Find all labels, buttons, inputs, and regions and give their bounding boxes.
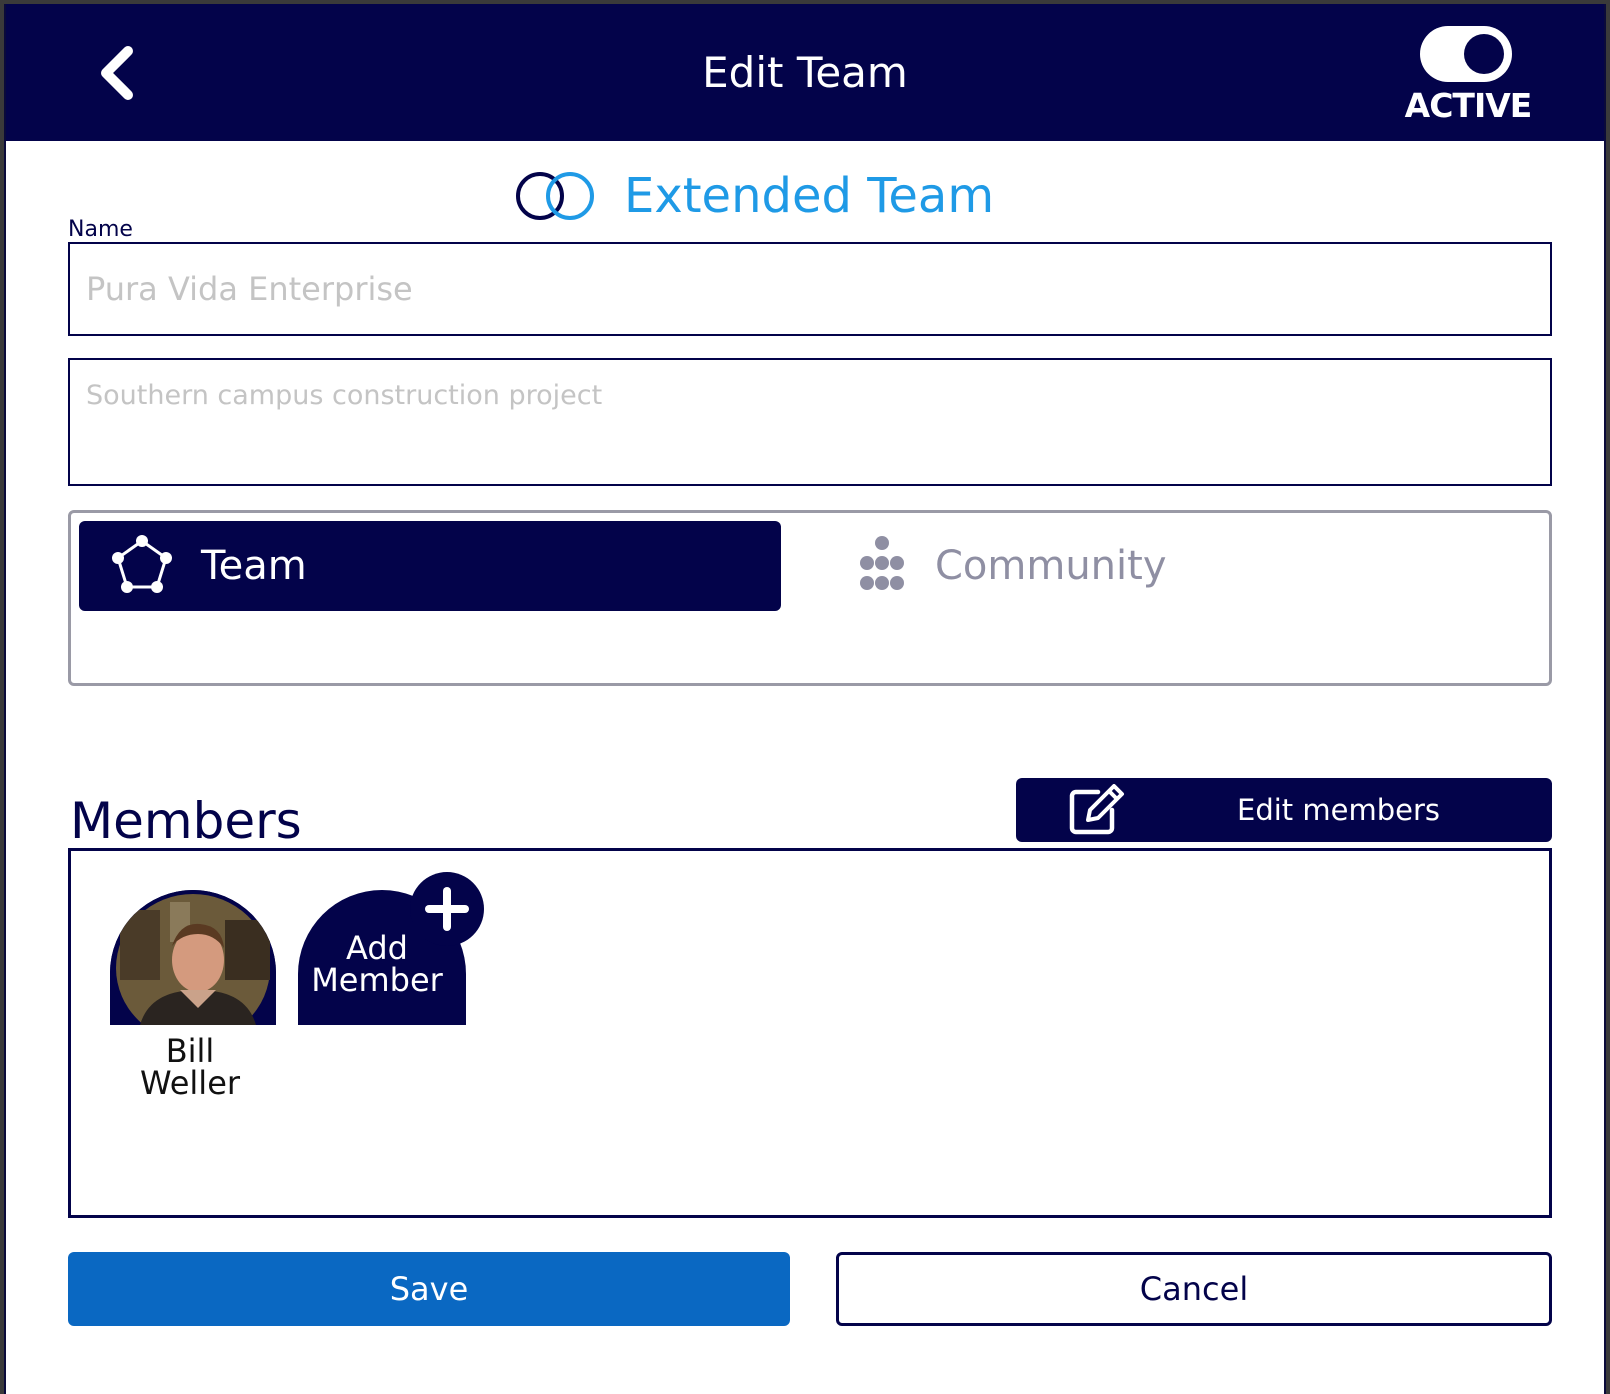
back-button[interactable] — [86, 42, 146, 104]
member-first-name: Bill — [165, 1032, 215, 1070]
members-list — [68, 848, 1552, 1218]
dots-cluster-icon — [860, 536, 904, 590]
linked-circles-icon — [516, 172, 594, 220]
type-option-team-label: Team — [201, 543, 307, 589]
type-option-community[interactable]: Community — [851, 521, 1451, 611]
team-type-label: Extended Team — [624, 168, 995, 224]
description-input[interactable] — [68, 358, 1552, 486]
pentagon-nodes-icon — [112, 535, 172, 593]
active-toggle[interactable]: ACTIVE — [1398, 22, 1538, 132]
team-type-selector: Team Community — [68, 510, 1552, 686]
save-button[interactable]: Save — [68, 1252, 790, 1326]
edit-members-button[interactable]: Edit members — [1016, 778, 1552, 842]
member-name: Bill Weller — [110, 1035, 270, 1099]
edit-team-screen: Edit Team ACTIVE Extended Team Name Pura… — [4, 4, 1606, 1394]
member-last-name: Weller — [139, 1064, 241, 1102]
edit-members-label: Edit members — [1237, 793, 1440, 827]
team-type-indicator: Extended Team — [514, 166, 994, 226]
toggle-track — [1420, 26, 1512, 82]
cancel-button[interactable]: Cancel — [836, 1252, 1552, 1326]
toggle-knob — [1464, 34, 1504, 74]
plus-icon-badge — [410, 872, 484, 946]
header-bar: Edit Team ACTIVE — [6, 4, 1604, 141]
members-heading: Members — [70, 792, 302, 850]
add-member-button[interactable]: Add Member — [298, 872, 484, 1025]
chevron-left-icon — [101, 46, 133, 100]
plus-icon — [425, 887, 469, 931]
type-option-team[interactable]: Team — [79, 521, 781, 611]
page-title: Edit Team — [702, 48, 908, 97]
type-option-community-label: Community — [935, 543, 1167, 589]
avatar — [110, 890, 276, 1025]
toggle-label: ACTIVE — [1404, 86, 1533, 125]
name-label: Name — [68, 217, 133, 242]
member-photo — [110, 890, 276, 1025]
name-input[interactable] — [68, 242, 1552, 336]
add-member-label-line2: Member — [311, 961, 443, 999]
member-card[interactable]: Bill Weller — [110, 890, 278, 1099]
